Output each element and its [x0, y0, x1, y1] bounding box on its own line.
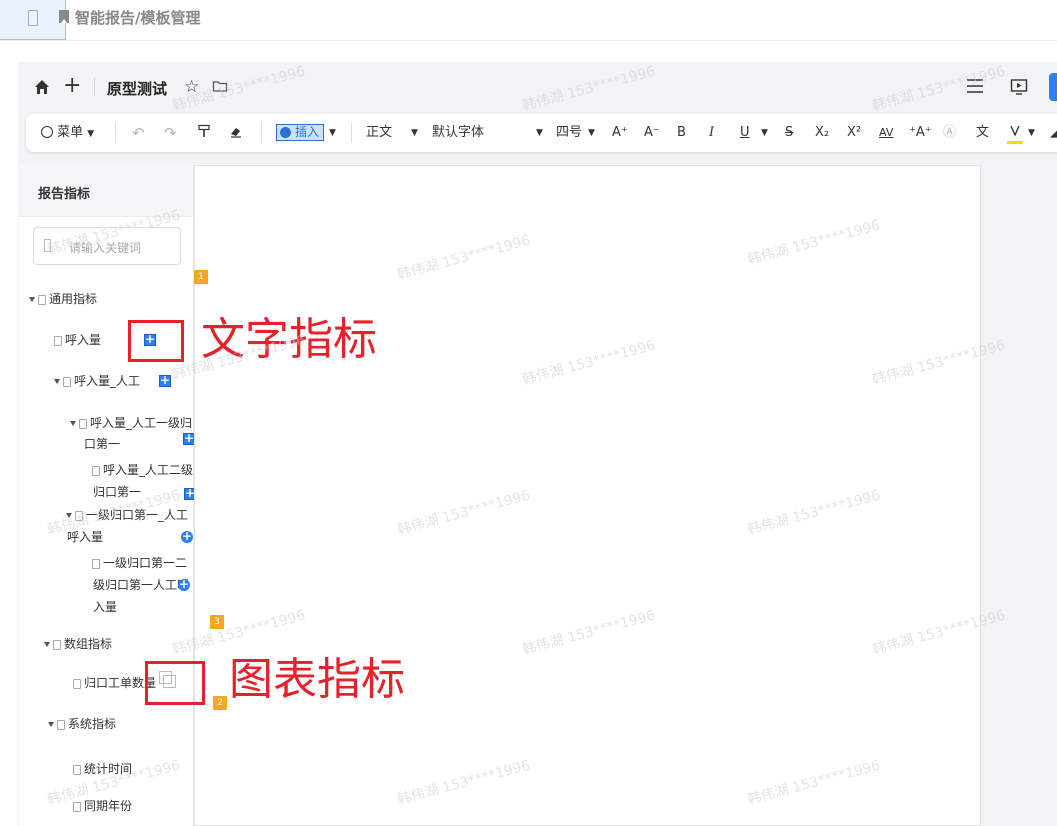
add-text-metric-icon[interactable]: + — [159, 374, 171, 387]
new-document-icon[interactable]: + — [63, 75, 81, 97]
insert-icon — [280, 127, 291, 138]
document-icon — [92, 558, 100, 569]
document-icon — [53, 639, 61, 650]
menu-toggle-button[interactable] — [0, 0, 66, 40]
menu-label: 菜单 — [57, 125, 84, 140]
insert-label: 插入 — [295, 125, 320, 139]
tree-node-label: 通用指标 — [49, 292, 98, 306]
tree-node-inbound-manual[interactable]: 呼入量_人工 — [54, 369, 140, 393]
font-shrink-icon[interactable]: A⁻ — [644, 124, 660, 142]
bookmark-icon — [59, 10, 69, 23]
add-circle-icon[interactable]: + — [181, 530, 193, 543]
tree-node-data[interactable]: 数组指标 — [44, 632, 112, 656]
document-icon — [63, 376, 71, 387]
document-icon — [92, 465, 100, 476]
format-painter-icon[interactable] — [197, 124, 211, 144]
text-case-icon[interactable]: ⁺A⁺ — [909, 124, 932, 142]
underline-icon[interactable]: U — [740, 124, 750, 142]
document-icon — [54, 335, 62, 346]
underline-caret-icon[interactable]: ▼ — [761, 124, 768, 142]
tree-node-system[interactable]: 系统指标 — [48, 712, 116, 736]
paragraph-style-dropdown[interactable]: 正文 — [366, 124, 392, 142]
font-family-dropdown[interactable]: 默认字体 — [432, 124, 484, 142]
highlight-color-swatch — [1007, 141, 1023, 144]
tree-node-label: 呼入量_人工一级归 — [90, 416, 193, 430]
home-icon[interactable] — [33, 78, 51, 101]
superscript-icon[interactable]: X² — [847, 124, 861, 142]
circled-char-icon[interactable]: Ⓐ — [943, 124, 956, 142]
divider — [115, 123, 116, 143]
bold-icon[interactable]: B — [677, 124, 686, 142]
tree-node-level2[interactable]: 呼入量_人工二级 — [92, 458, 193, 482]
redo-icon[interactable]: ↷ — [164, 124, 177, 142]
tree-node-workorders[interactable]: 归口工单数量 — [73, 671, 156, 695]
tree-node-label: 呼入量_人工 — [74, 374, 141, 388]
caret-down-icon[interactable] — [48, 722, 54, 727]
document-icon — [73, 801, 81, 812]
font-size-caret-icon[interactable]: ▼ — [588, 124, 595, 142]
tree-node-inbound[interactable]: 呼入量 — [54, 328, 101, 352]
tree-node-m2-wrap: 入量 — [93, 600, 118, 614]
italic-icon[interactable]: I — [709, 124, 714, 142]
add-circle-icon[interactable]: + — [178, 578, 190, 591]
annotation-chart-metric: 图表指标 — [229, 654, 405, 705]
caret-down-icon[interactable] — [70, 421, 76, 426]
tree-node-label: 一级归口第一二 — [103, 556, 188, 570]
document-title[interactable]: 原型测试 — [107, 78, 167, 99]
caret-down-icon[interactable] — [44, 642, 50, 647]
menu-circle-icon — [41, 126, 53, 138]
menu-icon — [28, 10, 38, 26]
annotation-box — [128, 320, 184, 362]
tree-node-label: 呼入量_人工二级 — [103, 463, 194, 477]
tree-node-label: 数组指标 — [64, 637, 113, 651]
font-family-caret-icon[interactable]: ▼ — [536, 124, 543, 142]
share-button[interactable] — [1049, 73, 1057, 101]
tree-node-level1-wrap: 口第一 — [84, 437, 121, 451]
insert-button[interactable]: 插入 — [276, 124, 324, 141]
tree-node-label: 呼入量 — [65, 333, 102, 347]
document-icon — [57, 719, 65, 730]
text-color-icon[interactable]: ◢ — [1050, 124, 1057, 142]
caret-down-icon[interactable] — [29, 297, 35, 302]
placeholder-badge[interactable]: 1 — [194, 270, 208, 284]
tree-node-m2-wrap: 级归口第一人工呼 — [93, 578, 190, 592]
insert-caret-icon[interactable]: ▼ — [329, 124, 336, 142]
present-icon[interactable] — [1010, 78, 1028, 101]
phonetic-guide-icon[interactable]: 文 — [976, 124, 989, 142]
font-grow-icon[interactable]: A⁺ — [612, 124, 628, 142]
strikethrough-icon[interactable]: S — [785, 124, 793, 142]
annotation-box — [145, 661, 205, 705]
menu-dropdown[interactable]: 菜单 ▼ — [41, 124, 94, 143]
subscript-icon[interactable]: X₂ — [815, 124, 829, 142]
paragraph-style-caret-icon[interactable]: ▼ — [411, 124, 418, 142]
panel-title: 报告指标 — [38, 187, 91, 202]
divider — [94, 78, 95, 96]
caret-down-icon: ▼ — [87, 129, 95, 139]
tree-node-label: 同期年份 — [84, 799, 133, 813]
placeholder-badge[interactable]: 2 — [213, 696, 227, 710]
document-icon — [73, 678, 81, 689]
divider — [351, 123, 352, 143]
breadcrumb: 智能报告/模板管理 — [75, 9, 201, 27]
undo-icon[interactable]: ↶ — [132, 124, 145, 142]
tree-node-general[interactable]: 通用指标 — [29, 287, 97, 311]
char-spacing-icon[interactable]: AV — [879, 124, 893, 142]
font-size-dropdown[interactable]: 四号 — [556, 124, 582, 142]
tree-node-label: 系统指标 — [68, 717, 117, 731]
eraser-icon[interactable] — [229, 124, 243, 144]
caret-down-icon[interactable] — [54, 379, 60, 384]
document-icon — [73, 764, 81, 775]
tree-node-m2[interactable]: 一级归口第一二 — [92, 551, 187, 575]
document-icon — [79, 418, 87, 429]
highlight-caret-icon[interactable]: ▼ — [1028, 124, 1035, 142]
divider — [261, 123, 262, 143]
document-icon — [38, 294, 46, 305]
